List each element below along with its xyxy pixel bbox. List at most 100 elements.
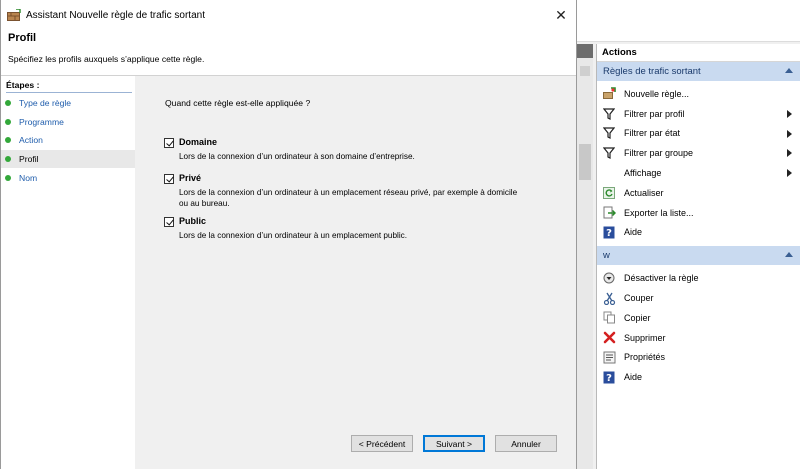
step-complete-dot-icon [5, 137, 11, 144]
public-checkbox[interactable] [164, 217, 174, 227]
action-cut[interactable]: Couper [597, 288, 800, 308]
scrollbar-arrow[interactable] [580, 66, 590, 76]
action-label: Propriétés [624, 352, 666, 363]
steps-panel: Étapes : Type de règle Programme Action … [1, 76, 135, 469]
action-label: Aide [624, 227, 643, 238]
action-disable-rule[interactable]: Désactiver la règle [597, 268, 800, 288]
action-label: Affichage [624, 168, 662, 179]
cancel-button[interactable]: Annuler [495, 435, 557, 452]
svg-text:?: ? [606, 373, 612, 384]
mmc-center-scrollbar[interactable] [577, 44, 593, 469]
action-label: Couper [624, 293, 654, 304]
submenu-arrow-icon [787, 129, 792, 138]
submenu-arrow-icon [787, 109, 792, 118]
section-header-label: Règles de trafic sortant [603, 66, 701, 77]
step-program[interactable]: Programme [1, 113, 135, 132]
help-icon: ? [602, 225, 616, 239]
action-label: Filtrer par profil [624, 108, 685, 119]
cut-icon [602, 291, 616, 305]
step-action[interactable]: Action [1, 131, 135, 150]
action-help-2[interactable]: ? Aide [597, 367, 800, 387]
action-filter-by-profile[interactable]: Filtrer par profil [597, 104, 800, 124]
filter-icon [602, 126, 616, 140]
action-refresh[interactable]: Actualiser [597, 183, 800, 203]
page-subtitle: Spécifiez les profils auxquels s’appliqu… [8, 54, 205, 64]
action-label: Copier [624, 312, 651, 323]
blank-icon [602, 166, 616, 180]
step-label: Profil [19, 154, 39, 165]
action-properties[interactable]: Propriétés [597, 348, 800, 368]
wizard-body: Étapes : Type de règle Programme Action … [1, 76, 576, 469]
wizard-header: Profil Spécifiez les profils auxquels s’… [1, 30, 576, 76]
collapse-arrow-icon[interactable] [785, 252, 793, 258]
action-label: Exporter la liste... [624, 207, 694, 218]
action-help[interactable]: ? Aide [597, 223, 800, 243]
action-label: Filtrer par état [624, 128, 681, 139]
action-label: Nouvelle règle... [624, 88, 690, 99]
step-profile[interactable]: Profil [1, 149, 135, 169]
filter-icon [602, 146, 616, 160]
action-filter-by-group[interactable]: Filtrer par groupe [597, 143, 800, 163]
domain-label[interactable]: Domaine [179, 137, 217, 147]
actions-section-outbound-rules[interactable]: Règles de trafic sortant [597, 62, 800, 81]
filter-icon [602, 107, 616, 121]
domain-checkbox[interactable] [164, 138, 174, 148]
action-label: Supprimer [624, 332, 666, 343]
public-label[interactable]: Public [179, 216, 206, 226]
step-label: Type de règle [19, 98, 72, 109]
disable-icon [602, 271, 616, 285]
scrollbar-top-tab [577, 44, 593, 58]
wizard-content: Quand cette règle est-elle appliquée ? D… [135, 76, 576, 469]
action-export-list[interactable]: Exporter la liste... [597, 203, 800, 223]
dialog-title: Assistant Nouvelle règle de trafic sorta… [26, 9, 205, 21]
delete-icon [602, 331, 616, 345]
actions-pane: Actions Règles de trafic sortant Nouvell… [596, 44, 800, 469]
public-description: Lors de la connexion d’un ordinateur à u… [179, 231, 408, 240]
scrollbar-thumb[interactable] [579, 144, 591, 180]
step-label: Programme [19, 116, 64, 127]
private-description: Lors de la connexion d’un ordinateur à u… [179, 188, 518, 208]
next-button[interactable]: Suivant > [423, 435, 485, 452]
action-label: Actualiser [624, 187, 664, 198]
collapse-arrow-icon[interactable] [785, 68, 793, 73]
submenu-arrow-icon [787, 149, 792, 158]
section-header-label: w [603, 250, 610, 262]
step-complete-dot-icon [5, 118, 11, 125]
action-filter-by-state[interactable]: Filtrer par état [597, 124, 800, 144]
step-complete-dot-icon [5, 100, 11, 107]
actions-section-selected-rule[interactable]: w [597, 246, 800, 266]
refresh-icon [602, 186, 616, 200]
step-rule-type[interactable]: Type de règle [1, 94, 135, 113]
step-name[interactable]: Nom [1, 168, 135, 187]
action-label: Aide [624, 372, 643, 383]
step-dot-icon [5, 174, 11, 181]
copy-icon [602, 311, 616, 325]
action-new-rule[interactable]: Nouvelle règle... [597, 84, 800, 104]
action-view[interactable]: Affichage [597, 163, 800, 183]
question-text: Quand cette règle est-elle appliquée ? [165, 98, 311, 108]
close-icon[interactable]: ✕ [552, 6, 570, 24]
help-icon: ? [602, 370, 616, 384]
new-outbound-rule-wizard: Assistant Nouvelle règle de trafic sorta… [0, 0, 577, 469]
firewall-app-icon [7, 8, 21, 21]
previous-button[interactable]: < Précédent [351, 435, 413, 452]
step-label: Nom [19, 172, 38, 183]
step-current-dot-icon [5, 156, 11, 163]
actions-pane-title: Actions [597, 44, 800, 62]
private-checkbox[interactable] [164, 174, 174, 184]
svg-text:?: ? [606, 228, 612, 239]
action-delete[interactable]: Supprimer [597, 328, 800, 348]
action-copy[interactable]: Copier [597, 308, 800, 328]
private-label[interactable]: Privé [179, 173, 201, 183]
domain-description: Lors de la connexion d’un ordinateur à s… [179, 152, 415, 161]
dialog-title-bar[interactable]: Assistant Nouvelle règle de trafic sorta… [1, 0, 576, 30]
step-label: Action [19, 135, 43, 146]
action-label: Désactiver la règle [624, 273, 699, 284]
properties-icon [602, 350, 616, 364]
submenu-arrow-icon [787, 169, 792, 178]
action-label: Filtrer par groupe [624, 148, 694, 159]
steps-divider [6, 92, 132, 93]
page-title: Profil [8, 32, 37, 44]
mmc-toolbar [576, 20, 800, 42]
new-rule-icon [602, 87, 616, 101]
